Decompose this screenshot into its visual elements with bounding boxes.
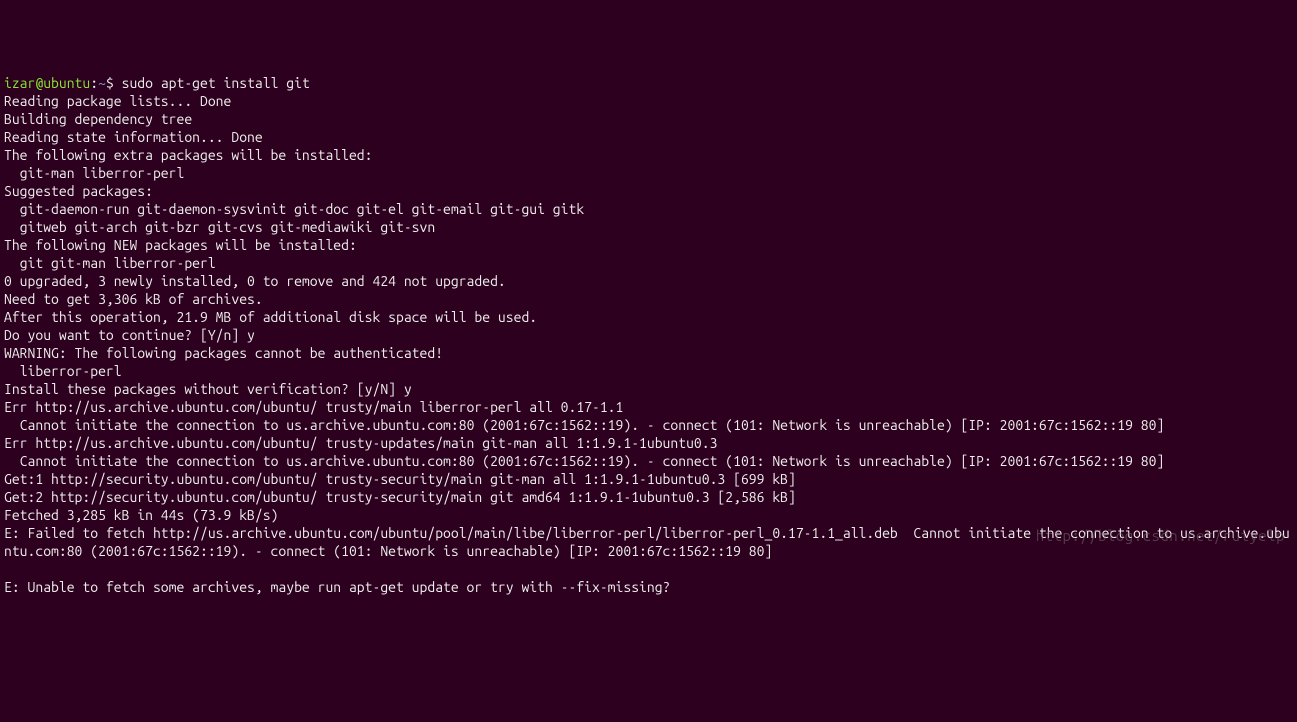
output-line: git-daemon-run git-daemon-sysvinit git-d… xyxy=(4,201,584,217)
output-line: Cannot initiate the connection to us.arc… xyxy=(4,453,1164,469)
prompt-path: ~ xyxy=(98,75,106,91)
prompt-sigil: $ xyxy=(106,75,114,91)
output-line: The following extra packages will be ins… xyxy=(4,147,372,163)
output-line: gitweb git-arch git-bzr git-cvs git-medi… xyxy=(4,219,435,235)
output-line: The following NEW packages will be insta… xyxy=(4,237,357,253)
output-line: WARNING: The following packages cannot b… xyxy=(4,345,443,361)
output-line: Do you want to continue? [Y/n] y xyxy=(4,327,255,343)
output-line: Reading state information... Done xyxy=(4,129,263,145)
output-line: E: Unable to fetch some archives, maybe … xyxy=(4,579,670,595)
output-line: Cannot initiate the connection to us.arc… xyxy=(4,417,1164,433)
output-line: Get:2 http://security.ubuntu.com/ubuntu/… xyxy=(4,489,796,505)
output-line: Install these packages without verificat… xyxy=(4,381,412,397)
output-line: Reading package lists... Done xyxy=(4,93,231,109)
output-line: liberror-perl xyxy=(4,363,122,379)
prompt-separator: : xyxy=(90,75,98,91)
prompt-line: izar@ubuntu:~$ sudo apt-get install git xyxy=(4,75,310,91)
output-line: git git-man liberror-perl xyxy=(4,255,216,271)
output-line: Suggested packages: xyxy=(4,183,153,199)
output-line: Err http://us.archive.ubuntu.com/ubuntu/… xyxy=(4,399,623,415)
output-line: Need to get 3,306 kB of archives. xyxy=(4,291,263,307)
output-line: Get:1 http://security.ubuntu.com/ubuntu/… xyxy=(4,471,796,487)
output-line: Fetched 3,285 kB in 44s (73.9 kB/s) xyxy=(4,507,278,523)
prompt-user-host: izar@ubuntu xyxy=(4,75,90,91)
output-line: Building dependency tree xyxy=(4,111,192,127)
output-line: Err http://us.archive.ubuntu.com/ubuntu/… xyxy=(4,435,717,451)
output-line: E: Failed to fetch http://us.archive.ubu… xyxy=(4,525,1290,559)
terminal-output[interactable]: izar@ubuntu:~$ sudo apt-get install git … xyxy=(4,74,1293,596)
output-line: git-man liberror-perl xyxy=(4,165,184,181)
command-text: sudo apt-get install git xyxy=(122,75,310,91)
output-line: 0 upgraded, 3 newly installed, 0 to remo… xyxy=(4,273,506,289)
output-line: After this operation, 21.9 MB of additio… xyxy=(4,309,537,325)
